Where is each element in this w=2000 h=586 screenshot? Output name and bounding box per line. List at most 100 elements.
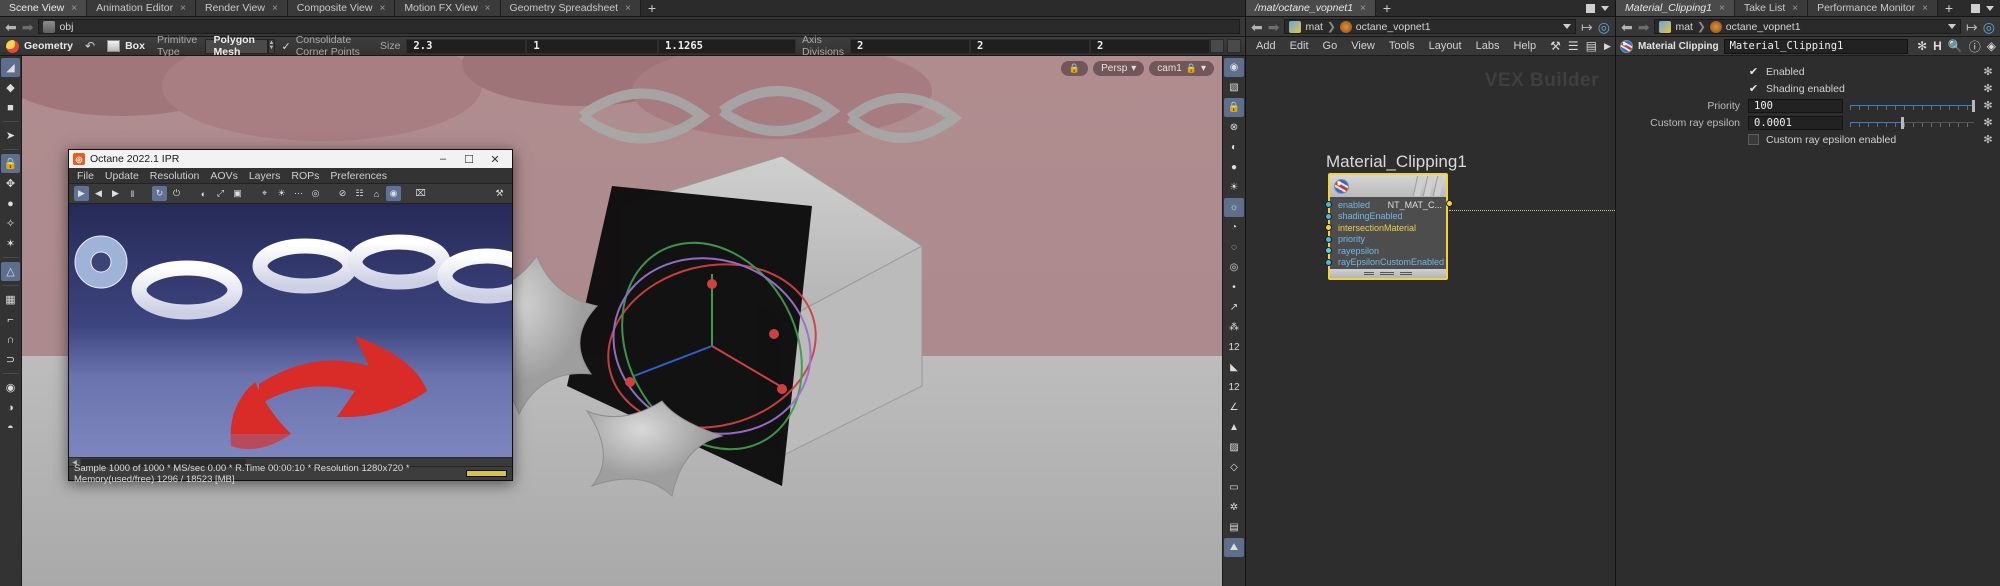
box-tool[interactable]: ■ [1,98,20,117]
path-dropdown-icon[interactable] [1948,24,1956,29]
node-input-enabled[interactable]: enabledNT_MAT_C... [1330,199,1446,211]
contrast-button[interactable]: ◐ [196,186,211,201]
ghost-geometry-toggle[interactable]: ▧ [1224,78,1244,97]
magnet-tool[interactable]: ⊃ [1,350,20,369]
angle-display-toggle[interactable]: ∠ [1224,398,1244,417]
tab-animation-editor[interactable]: Animation Editor × [87,0,196,16]
parameter-slider[interactable] [1850,116,1974,130]
node-flags[interactable] [1415,176,1442,196]
octane-titlebar[interactable]: ◎ Octane 2022.1 IPR – ☐ ✕ [69,150,512,168]
tab-take-list[interactable]: Take List × [1735,0,1808,16]
back-icon[interactable]: ⬅ [1251,20,1263,34]
list-icon[interactable]: ☰ [1568,39,1579,53]
node-input-connector[interactable] [1325,247,1332,254]
octane-menu-resolution[interactable]: Resolution [150,170,200,182]
tab-composite-view[interactable]: Composite View × [288,0,396,16]
parameter-gear-icon[interactable]: ✻ [1982,100,1994,112]
checkbox-enabled[interactable]: ✔ [1748,66,1759,77]
lock-tool[interactable]: 🔒 [1,154,20,173]
snap-prim-tool[interactable]: ∩ [1,330,20,349]
node-menu-handle[interactable] [1380,272,1394,275]
maximize-pane-icon[interactable] [1586,4,1595,13]
headlight-toggle[interactable]: ● [1224,158,1244,177]
node-input-rayEpsilonCustomEnabled[interactable]: rayEpsilonCustomEnabled [1330,257,1446,269]
primitive-type-select[interactable]: Polygon Mesh [205,39,268,54]
parameter-slider[interactable] [1850,99,1974,113]
wrench-icon[interactable]: ⚒ [1550,39,1561,53]
slider-knob[interactable] [1901,117,1904,129]
primitive-numbers-toggle[interactable]: 12 [1224,378,1244,397]
minimize-icon[interactable]: – [430,150,456,168]
path-input[interactable]: obj [38,19,1240,34]
parameter-gear-icon[interactable]: ✻ [1982,117,1994,129]
handles-tool[interactable]: ◆ [1,78,20,97]
menu-layout[interactable]: Layout [1429,40,1462,52]
crop-button[interactable]: ⌧ [413,186,428,201]
add-tab-button[interactable]: + [641,0,663,16]
octane-ipr-window[interactable]: ◎ Octane 2022.1 IPR – ☐ ✕ FileUpdateReso… [68,149,513,481]
parameter-value-input[interactable]: 0.0001 [1748,116,1843,130]
forward-icon[interactable]: ➡ [1268,20,1280,34]
focus-picker-button[interactable]: ⌖ [257,186,272,201]
close-icon[interactable]: × [485,3,491,14]
tab-performance-monitor[interactable]: Performance Monitor × [1808,0,1938,16]
close-icon[interactable]: × [1719,3,1725,14]
guide-geometry-toggle[interactable]: ▭ [1224,478,1244,497]
close-icon[interactable]: × [272,3,278,14]
depth-of-field-toggle[interactable]: ◎ [1224,258,1244,277]
geometry-node-button[interactable]: Geometry [0,37,79,55]
maximize-icon[interactable]: ☐ [456,150,482,168]
grid-button[interactable]: ☷ [352,186,367,201]
node-name-input[interactable]: Material_Clipping1 [1724,39,1909,54]
slider-knob[interactable] [1972,100,1975,112]
point-numbers-toggle[interactable]: 12 [1224,338,1244,357]
tab-octane-vopnet[interactable]: /mat/octane_vopnet1 × [1246,0,1376,16]
imager-button[interactable]: ◉ [386,186,401,201]
home-button[interactable]: ⌂ [369,186,384,201]
pin-icon[interactable]: ↦ [1966,20,1978,34]
octane-menu-layers[interactable]: Layers [249,170,281,182]
network-path-input[interactable]: mat ❯ octane_vopnet1 [1284,19,1576,34]
region-render-button[interactable]: ▣ [230,186,245,201]
high-quality-lighting-toggle[interactable]: ☼ [1224,198,1244,217]
tab-geometry-spreadsheet[interactable]: Geometry Spreadsheet × [501,0,641,16]
menu-view[interactable]: View [1351,40,1375,52]
node-input-shadingEnabled[interactable]: shadingEnabled [1330,211,1446,223]
path-dropdown-icon[interactable] [1563,24,1571,29]
octane-menu-aovs[interactable]: AOVs [210,170,237,182]
parameters-path-input[interactable]: mat ❯ octane_vopnet1 [1654,19,1961,34]
viewport-view-pill[interactable]: Persp ▾ [1093,61,1144,76]
node-input-connector[interactable] [1325,236,1332,243]
menu-go[interactable]: Go [1323,40,1338,52]
toolbar-grid-button[interactable] [1210,39,1224,53]
size-y-input[interactable]: 1 [526,39,658,54]
close-icon[interactable]: × [1922,3,1928,14]
houdini-h-icon[interactable]: H [1933,39,1942,53]
snap-grid-tool[interactable]: ▦ [1,290,20,309]
flipbook-toggle[interactable]: ▤ [1224,518,1244,537]
pose-tool[interactable]: ✶ [1,234,20,253]
power-button[interactable]: ⏻ [169,186,184,201]
snap-point-tool[interactable]: ⌐ [1,310,20,329]
octane-menu-rops[interactable]: ROPs [291,170,319,182]
close-icon[interactable]: × [1360,3,1366,14]
node-resize-handle[interactable] [1364,272,1374,275]
search-icon[interactable]: 🔍 [1948,39,1963,53]
scale-tool[interactable]: ✧ [1,214,20,233]
tab-material-clipping1[interactable]: Material_Clipping1 × [1616,0,1735,16]
node-input-connector[interactable] [1325,259,1332,266]
menu-edit[interactable]: Edit [1290,40,1309,52]
arrow-select-tool[interactable]: ➤ [1,126,20,145]
sync-icon[interactable]: ◎ [1598,20,1610,34]
particles-toggle[interactable]: ✲ [1224,498,1244,517]
node-input-connector[interactable] [1325,201,1332,208]
normals-display-toggle[interactable]: ▲ [1224,418,1244,437]
pane-menu-icon[interactable] [1986,6,1994,11]
play-render-button[interactable]: ▶ [74,186,89,201]
node-input-connector[interactable] [1325,213,1332,220]
rotate-tool[interactable]: ● [1,194,20,213]
denoise-button[interactable]: ⊘ [335,186,350,201]
point-display-toggle[interactable]: • [1224,278,1244,297]
menu-add[interactable]: Add [1256,40,1276,52]
div-z-input[interactable]: 2 [1090,39,1210,54]
